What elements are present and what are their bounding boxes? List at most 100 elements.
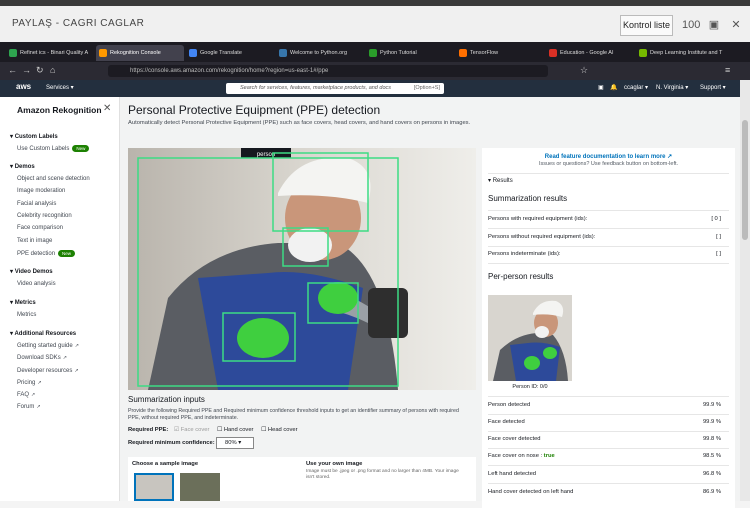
- detection-row: Hand cover detected on left hand 86.9 %: [488, 489, 721, 495]
- share-title: PAYLAŞ - CAGRI CAGLAR: [12, 18, 145, 29]
- results-panel: Read feature documentation to learn more…: [482, 148, 735, 508]
- sidebar-item-metrics[interactable]: Metrics: [17, 312, 36, 318]
- head-cover-checkbox[interactable]: ☐ Head cover: [261, 427, 297, 433]
- external-link-icon: ↗: [37, 380, 42, 386]
- menu-icon[interactable]: ≡: [725, 65, 730, 75]
- section-metrics[interactable]: Metrics: [10, 299, 36, 306]
- tab-google-translate[interactable]: Google Translate: [186, 45, 274, 61]
- sidebar-item-celebrity[interactable]: Celebrity recognition: [17, 213, 72, 219]
- page-title: Personal Protective Equipment (PPE) dete…: [128, 103, 381, 117]
- doc-link[interactable]: Read feature documentation to learn more…: [482, 153, 735, 160]
- results-toggle[interactable]: ▾ Results: [488, 177, 513, 184]
- user-menu[interactable]: ccaglar ▾: [624, 84, 648, 91]
- confidence-select[interactable]: 80% ▾: [216, 437, 254, 449]
- checklist-button[interactable]: Kontrol liste: [620, 15, 673, 36]
- tab-binari[interactable]: Refinet ics - Binari Quality A: [6, 45, 94, 61]
- close-icon[interactable]: ✕: [728, 17, 744, 33]
- sidebar-item-text-in-image[interactable]: Text in image: [17, 238, 52, 244]
- ppe-image-panel: person: [128, 148, 476, 390]
- summary-row: Persons indeterminate (ids):[ ]: [488, 251, 721, 257]
- close-sidebar-icon[interactable]: ✕: [103, 103, 111, 114]
- tab-python-tutorial[interactable]: Python Tutorial: [366, 45, 454, 61]
- forward-icon[interactable]: →: [22, 65, 31, 75]
- external-link-icon: ↗: [74, 368, 79, 374]
- tab-tensorflow[interactable]: TensorFlow: [456, 45, 544, 61]
- aws-logo[interactable]: aws: [16, 82, 31, 91]
- sidebar-item-getting-started[interactable]: Getting started guide ↗: [17, 343, 79, 349]
- sample-image-chooser: Choose a sample image Use your own image…: [128, 457, 476, 501]
- sidebar-item-facial-analysis[interactable]: Facial analysis: [17, 201, 56, 207]
- sidebar-item-developer-resources[interactable]: Developer resources ↗: [17, 368, 79, 374]
- per-person-title: Per-person results: [488, 272, 554, 281]
- external-link-icon: ↗: [31, 392, 36, 398]
- use-own-image-label: Use your own image: [306, 461, 363, 467]
- required-ppe-row: Required PPE: ☑ Face cover ☐ Hand cover …: [128, 427, 298, 433]
- summarization-inputs: Summarization inputs Provide the followi…: [128, 395, 476, 501]
- summary-row: Persons with required equipment (ids):[ …: [488, 216, 721, 222]
- sidebar-item-face-comparison[interactable]: Face comparison: [17, 225, 63, 231]
- sidebar-item-use-custom-labels[interactable]: Use Custom Labels New: [17, 145, 90, 152]
- feedback-text: Issues or questions? Use feedback button…: [538, 161, 679, 167]
- sidebar-item-forum[interactable]: Forum ↗: [17, 404, 41, 410]
- zoom-icon[interactable]: 100: [682, 17, 700, 33]
- detection-row: Face cover on nose : true 98.5 %: [488, 453, 721, 459]
- notification-icon[interactable]: 🔔: [610, 84, 617, 91]
- cloudshell-icon[interactable]: ▣: [598, 84, 604, 91]
- fullscreen-icon[interactable]: ▣: [706, 17, 722, 33]
- external-link-icon: ↗: [62, 355, 67, 361]
- detection-row: Person detected 99.9 %: [488, 402, 721, 408]
- bookmark-icon[interactable]: ☆: [580, 65, 588, 76]
- new-badge: New: [72, 145, 90, 152]
- share-bar: PAYLAŞ - CAGRI CAGLAR Kontrol liste 100 …: [0, 0, 750, 42]
- choose-sample-label: Choose a sample image: [132, 461, 199, 467]
- scrollbar-thumb[interactable]: [742, 120, 748, 240]
- services-menu[interactable]: Services ▾: [46, 84, 74, 91]
- person-id: Person ID: 0/0: [512, 384, 548, 390]
- face-cover-checkbox[interactable]: ☑ Face cover: [174, 427, 210, 433]
- tab-deep-learning[interactable]: Deep Learning Institute and T: [636, 45, 736, 61]
- sidebar-item-faq[interactable]: FAQ ↗: [17, 392, 35, 398]
- summary-row: Persons without required equipment (ids)…: [488, 234, 721, 240]
- main-content: Personal Protective Equipment (PPE) dete…: [120, 97, 740, 508]
- sample-image-2[interactable]: [180, 473, 220, 501]
- new-badge: New: [58, 250, 76, 257]
- region-menu[interactable]: N. Virginia ▾: [656, 84, 688, 91]
- url-input[interactable]: https://console.aws.amazon.com/rekogniti…: [108, 65, 548, 77]
- tab-python-org[interactable]: Welcome to Python.org: [276, 45, 364, 61]
- section-video-demos[interactable]: Video Demos: [10, 268, 53, 275]
- sample-image-1[interactable]: [134, 473, 174, 501]
- aws-console-header: aws Services ▾ Search for services, feat…: [0, 80, 740, 97]
- support-menu[interactable]: Support ▾: [700, 84, 726, 91]
- caret-down-icon: ▾: [488, 178, 492, 184]
- sidebar-item-pricing[interactable]: Pricing ↗: [17, 380, 42, 386]
- external-link-icon: ↗: [667, 154, 673, 160]
- summarization-inputs-title: Summarization inputs: [128, 395, 205, 404]
- hand-cover-checkbox[interactable]: ☐ Hand cover: [217, 427, 253, 433]
- external-link-icon: ↗: [74, 343, 79, 349]
- sidebar-item-ppe-detection[interactable]: PPE detection New: [17, 250, 76, 257]
- reload-icon[interactable]: ↻: [36, 65, 44, 76]
- sidebar-item-download-sdks[interactable]: Download SDKs ↗: [17, 355, 67, 361]
- tab-google-ai[interactable]: Education - Google AI: [546, 45, 634, 61]
- detection-row: Face detected 99.9 %: [488, 419, 721, 425]
- home-icon[interactable]: ⌂: [50, 65, 55, 75]
- section-demos[interactable]: Demos: [10, 163, 35, 170]
- sidebar-item-video-analysis[interactable]: Video analysis: [17, 281, 56, 287]
- sidebar-item-object-detection[interactable]: Object and scene detection: [17, 176, 90, 182]
- aws-search-input[interactable]: Search for services, features, marketpla…: [226, 83, 444, 94]
- chevron-down-icon: ▾: [238, 440, 242, 446]
- section-additional-resources[interactable]: Additional Resources: [10, 330, 76, 337]
- own-image-description: Image must be .jpeg or .png format and n…: [306, 469, 459, 480]
- page-scrollbar[interactable]: [740, 80, 750, 501]
- back-icon[interactable]: ←: [8, 65, 17, 75]
- worker-photo: person: [128, 148, 476, 390]
- browser-tab-bar: Refinet ics - Binari Quality A Rekogniti…: [0, 42, 750, 62]
- address-bar-row: ← → ↻ ⌂ https://console.aws.amazon.com/r…: [0, 62, 750, 80]
- tab-rekognition[interactable]: Rekognition Console: [96, 45, 184, 61]
- section-custom-labels[interactable]: Custom Labels: [10, 133, 58, 140]
- sidebar: Amazon Rekognition ✕ Custom Labels Use C…: [0, 97, 120, 501]
- page-subtitle: Automatically detect Personal Protective…: [128, 120, 471, 126]
- summarization-inputs-description: Provide the following Required PPE and R…: [128, 408, 459, 421]
- confidence-label: Required minimum confidence:: [128, 440, 215, 446]
- sidebar-item-image-moderation[interactable]: Image moderation: [17, 188, 65, 194]
